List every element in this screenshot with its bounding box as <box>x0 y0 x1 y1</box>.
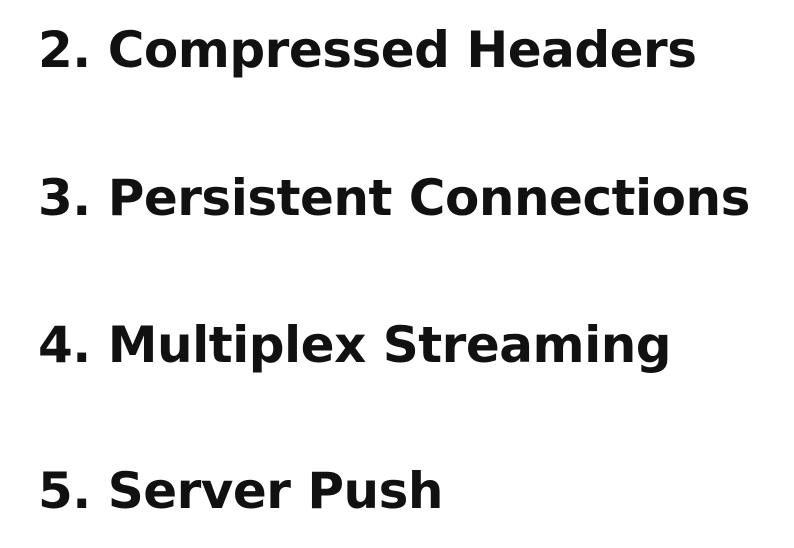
item-text: Compressed Headers <box>107 21 697 79</box>
list-item: 2. Compressed Headers <box>38 20 697 80</box>
item-text: Persistent Connections <box>107 169 751 227</box>
item-number: 4. <box>38 316 91 374</box>
item-text: Server Push <box>107 462 444 520</box>
item-number: 2. <box>38 21 91 79</box>
item-number: 5. <box>38 462 91 520</box>
list-item: 3. Persistent Connections <box>38 168 750 228</box>
feature-list: 2. Compressed Headers 3. Persistent Conn… <box>38 0 778 548</box>
item-number: 3. <box>38 169 91 227</box>
list-item: 4. Multiplex Streaming <box>38 315 672 375</box>
list-item: 5. Server Push <box>38 461 443 521</box>
item-text: Multiplex Streaming <box>107 316 672 374</box>
